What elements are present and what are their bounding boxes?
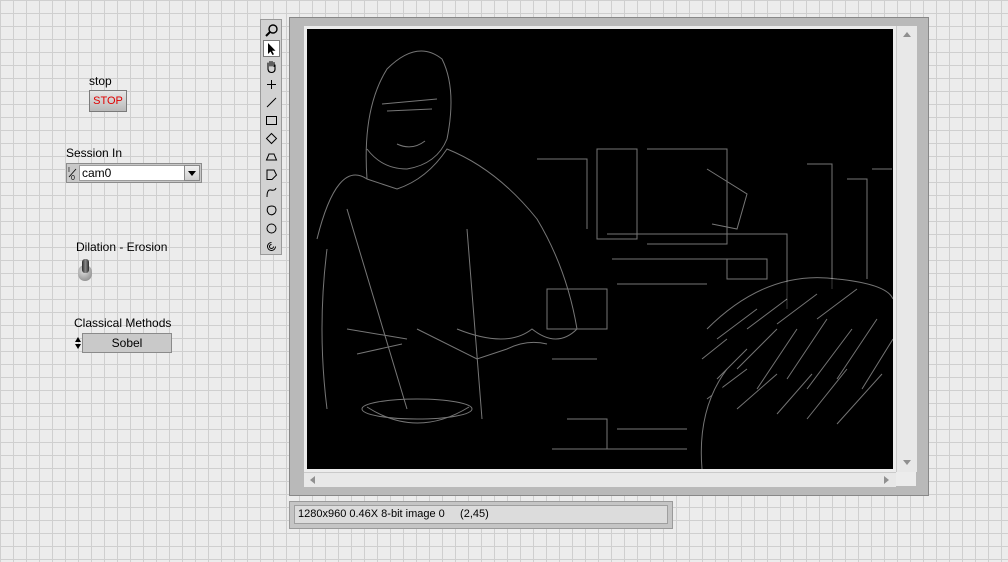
- increment-arrows[interactable]: [74, 333, 82, 353]
- classical-methods-value[interactable]: Sobel: [82, 333, 172, 353]
- polygon-icon[interactable]: [263, 166, 280, 183]
- stop-label: stop: [89, 74, 112, 88]
- point-crosshair-icon[interactable]: [263, 76, 280, 93]
- scroll-down-button[interactable]: [901, 456, 913, 468]
- pointer-icon[interactable]: [263, 40, 280, 57]
- rotated-rectangle-icon[interactable]: [263, 130, 280, 147]
- edge-detected-image[interactable]: [307, 29, 893, 469]
- arrow-down-icon: [903, 459, 911, 465]
- session-in-dropdown-button[interactable]: [184, 165, 200, 181]
- svg-text:I: I: [68, 167, 70, 174]
- zoom-icon[interactable]: [263, 22, 280, 39]
- scroll-left-button[interactable]: [306, 474, 318, 486]
- vertical-scrollbar[interactable]: [896, 26, 917, 472]
- pan-hand-icon[interactable]: [263, 58, 280, 75]
- tool-palette: [260, 19, 282, 255]
- session-in-combo[interactable]: I0 cam0: [66, 163, 202, 183]
- freehand-line-icon[interactable]: [263, 184, 280, 201]
- scroll-up-button[interactable]: [901, 28, 913, 40]
- io-icon: I0: [68, 165, 78, 182]
- freehand-region-icon[interactable]: [263, 202, 280, 219]
- annulus-segment-icon[interactable]: [263, 148, 280, 165]
- annulus-icon[interactable]: [263, 238, 280, 255]
- classical-methods-ring[interactable]: Sobel: [74, 333, 173, 353]
- stop-button-text: STOP: [93, 95, 123, 107]
- image-info-text: 1280x960 0.46X 8-bit image 0 (2,45): [294, 505, 668, 524]
- session-in-label: Session In: [66, 146, 123, 160]
- arrow-up-icon[interactable]: [75, 337, 81, 342]
- arrow-left-icon: [309, 476, 315, 484]
- image-info-bar: 1280x960 0.46X 8-bit image 0 (2,45): [289, 501, 673, 529]
- chevron-down-icon: [188, 170, 196, 176]
- arrow-right-icon: [883, 476, 889, 484]
- stop-button[interactable]: STOP: [89, 90, 127, 112]
- classical-methods-label: Classical Methods: [74, 316, 172, 330]
- arrow-up-icon: [903, 31, 911, 37]
- dilation-erosion-toggle[interactable]: [78, 259, 92, 283]
- toggle-lever: [82, 259, 89, 273]
- arrow-down-icon[interactable]: [75, 344, 81, 349]
- oval-icon[interactable]: [263, 220, 280, 237]
- dilation-erosion-label: Dilation - Erosion: [76, 240, 168, 254]
- image-display-frame: [289, 17, 929, 496]
- rectangle-icon[interactable]: [263, 112, 280, 129]
- horizontal-scrollbar[interactable]: [304, 472, 896, 487]
- scroll-right-button[interactable]: [880, 474, 892, 486]
- image-display: [304, 26, 917, 487]
- line-icon[interactable]: [263, 94, 280, 111]
- session-in-value[interactable]: cam0: [79, 165, 185, 181]
- svg-text:0: 0: [71, 175, 75, 181]
